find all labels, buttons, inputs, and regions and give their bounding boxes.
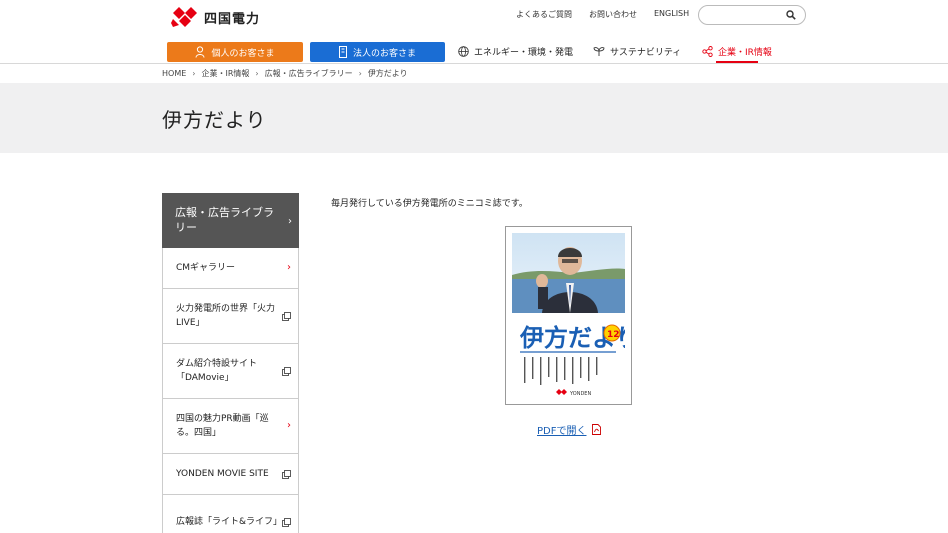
breadcrumb-company[interactable]: 企業・IR情報 bbox=[201, 68, 249, 79]
nav-energy-link[interactable]: エネルギー・環境・発電 bbox=[458, 45, 573, 58]
contact-link[interactable]: お問い合わせ bbox=[589, 9, 637, 20]
pdf-icon bbox=[592, 424, 602, 435]
sidebar-heading[interactable]: 広報・広告ライブラリー › bbox=[162, 193, 299, 248]
breadcrumb-library[interactable]: 広報・広告ライブラリー bbox=[265, 68, 353, 79]
sidebar-item-label: CMギャラリー bbox=[176, 263, 236, 273]
yonden-logo-icon bbox=[171, 7, 197, 27]
building-icon bbox=[338, 46, 347, 58]
nav-company-link[interactable]: 企業・IR情報 bbox=[702, 45, 772, 58]
sidebar-item-cm-gallery[interactable]: CMギャラリー › bbox=[162, 248, 299, 289]
faq-link[interactable]: よくあるご質問 bbox=[516, 9, 572, 20]
cover-illustration: 伊方だより 12 YONDEN bbox=[512, 233, 625, 397]
nav-corporate-button[interactable]: 法人のお客さま bbox=[310, 42, 445, 62]
external-link-icon bbox=[282, 517, 291, 527]
chevron-right-icon: › bbox=[287, 420, 291, 431]
breadcrumb-current: 伊方だより bbox=[367, 69, 408, 78]
share-network-icon bbox=[702, 46, 713, 57]
sidebar-item-light-and-life[interactable]: 広報誌「ライト&ライフ」 bbox=[162, 495, 299, 533]
sidebar-item-label: 四国の魅力PR動画「巡る。四国」 bbox=[176, 414, 269, 438]
sidebar-item-karyoku-live[interactable]: 火力発電所の世界「火力LIVE」 bbox=[162, 289, 299, 344]
nav-energy-label: エネルギー・環境・発電 bbox=[474, 48, 574, 58]
intro-text: 毎月発行している伊方発電所のミニコミ誌です。 bbox=[331, 199, 528, 209]
sidebar-item-label: ダム紹介特設サイト「DAMovie」 bbox=[176, 359, 258, 383]
magazine-cover[interactable]: 伊方だより 12 YONDEN bbox=[505, 226, 632, 405]
breadcrumb-home[interactable]: HOME bbox=[162, 69, 186, 78]
logo-text: 四国電力 bbox=[204, 11, 261, 27]
nav-personal-label: 個人のお客さま bbox=[211, 48, 275, 59]
breadcrumb-separator-icon: › bbox=[192, 69, 196, 78]
sidebar-item-damovie[interactable]: ダム紹介特設サイト「DAMovie」 bbox=[162, 344, 299, 399]
sidebar-item-label: YONDEN MOVIE SITE bbox=[176, 469, 269, 479]
breadcrumb: HOME › 企業・IR情報 › 広報・広告ライブラリー › 伊方だより bbox=[162, 68, 408, 79]
sidebar-item-label: 広報誌「ライト&ライフ」 bbox=[176, 517, 283, 527]
breadcrumb-separator-icon: › bbox=[358, 69, 362, 78]
search-box bbox=[698, 5, 806, 28]
page-title-band bbox=[0, 83, 948, 153]
nav-sustainability-label: サステナビリティ bbox=[610, 48, 682, 58]
nav-corporate-label: 法人のお客さま bbox=[352, 48, 416, 59]
sidebar-heading-label: 広報・広告ライブラリー bbox=[175, 206, 274, 234]
external-link-icon bbox=[282, 311, 291, 321]
search-icon[interactable] bbox=[786, 10, 796, 20]
site-logo[interactable]: 四国電力 bbox=[171, 7, 260, 27]
pdf-open-link[interactable]: PDFで開く bbox=[537, 422, 602, 437]
sidebar-item-label: 火力発電所の世界「火力LIVE」 bbox=[176, 304, 276, 328]
english-link[interactable]: ENGLISH bbox=[654, 9, 689, 18]
external-link-icon bbox=[282, 366, 291, 376]
site-header: 四国電力 よくあるご質問 お問い合わせ ENGLISH 個人のお客さま 法人のお… bbox=[0, 0, 948, 64]
sidebar: 広報・広告ライブラリー › CMギャラリー › 火力発電所の世界「火力LIVE」… bbox=[162, 193, 299, 533]
chevron-right-icon: › bbox=[287, 262, 291, 273]
cover-issue-number: 12 bbox=[607, 330, 620, 340]
page-title: 伊方だより bbox=[162, 108, 267, 132]
pdf-link-label: PDFで開く bbox=[537, 426, 587, 437]
nav-sustainability-link[interactable]: サステナビリティ bbox=[593, 45, 681, 58]
chevron-right-icon: › bbox=[288, 216, 292, 227]
active-nav-indicator bbox=[716, 61, 758, 63]
globe-icon bbox=[458, 46, 469, 57]
sprout-icon bbox=[593, 47, 605, 56]
person-icon bbox=[195, 46, 205, 58]
nav-company-label: 企業・IR情報 bbox=[718, 48, 772, 58]
search-input[interactable] bbox=[707, 9, 789, 28]
sidebar-item-meguru-shikoku[interactable]: 四国の魅力PR動画「巡る。四国」 › bbox=[162, 399, 299, 454]
cover-publisher: YONDEN bbox=[569, 391, 591, 397]
cover-image: 伊方だより 12 YONDEN bbox=[512, 233, 625, 398]
sidebar-item-yonden-movie[interactable]: YONDEN MOVIE SITE bbox=[162, 454, 299, 495]
nav-personal-button[interactable]: 個人のお客さま bbox=[167, 42, 303, 62]
breadcrumb-separator-icon: › bbox=[255, 69, 259, 78]
external-link-icon bbox=[282, 469, 291, 479]
